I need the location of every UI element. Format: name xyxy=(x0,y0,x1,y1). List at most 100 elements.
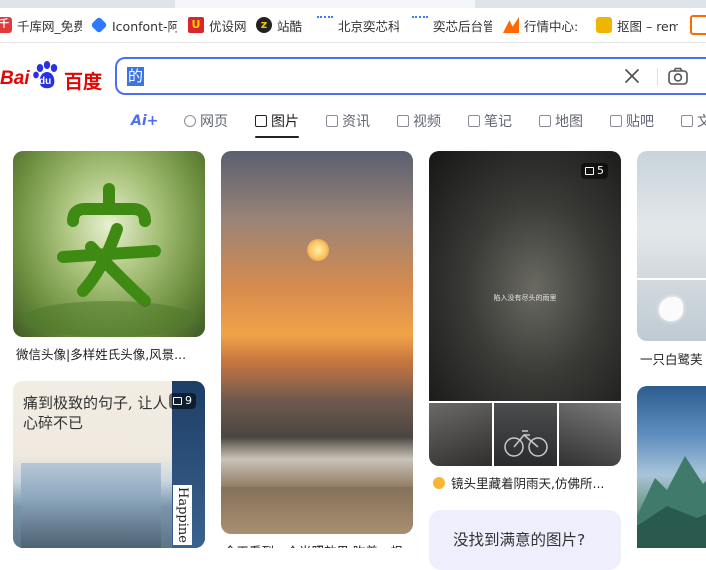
video-icon xyxy=(397,115,409,127)
egret-divider xyxy=(637,278,706,280)
badge-count: 5 xyxy=(597,164,604,177)
bookmark-youshe[interactable]: U 优设网 xyxy=(188,8,252,42)
result-image-egret[interactable] xyxy=(637,151,706,341)
bookmark-koutu[interactable]: 抠图 – rem xyxy=(596,8,678,42)
overlay-text: 陷入没有尽头的雨里 xyxy=(493,294,557,302)
tab-docs[interactable]: 文 xyxy=(681,110,706,132)
tab-notes[interactable]: 笔记 xyxy=(468,110,512,132)
tab-label: 资讯 xyxy=(342,114,370,130)
logo-du: du xyxy=(39,76,52,87)
result-image-rain[interactable]: 陷入没有尽头的雨里 5 xyxy=(429,151,621,401)
search-box[interactable]: 的 xyxy=(115,57,706,95)
bookmark-zcool[interactable]: z 站酷 xyxy=(256,8,310,42)
doc-icon xyxy=(681,115,693,127)
not-found-card[interactable]: 没找到满意的图片? xyxy=(429,510,621,570)
youshe-icon: U xyxy=(188,17,204,33)
tab-tieba[interactable]: 贴吧 xyxy=(610,110,654,132)
vertical-text: Happine xyxy=(173,485,192,545)
ai-tab[interactable]: Ai+ xyxy=(131,110,158,132)
iconfont-icon xyxy=(91,16,108,34)
zcool-icon: z xyxy=(256,17,272,33)
active-tab-underline xyxy=(255,136,299,138)
tab-map[interactable]: 地图 xyxy=(539,110,583,132)
tab-news[interactable]: 资讯 xyxy=(326,110,370,132)
note-icon xyxy=(468,115,480,127)
bookmark-label: 优设网 xyxy=(209,18,247,34)
bookmark-yixin-tech[interactable]: 北京奕芯科 xyxy=(317,8,399,42)
search-nav: Ai+ 网页 图片 资讯 视频 笔记 地图 贴吧 文 xyxy=(0,100,706,142)
tieba-icon xyxy=(610,115,622,127)
egret-bird xyxy=(659,297,683,321)
lake-landscape xyxy=(21,463,161,548)
bookmark-yixin-admin[interactable]: 奕芯后台管 xyxy=(412,8,492,42)
quote-text: 痛到极致的句子, 让人心碎不已 xyxy=(23,394,168,432)
result-caption: 镜头里藏着阴雨天,仿佛所... xyxy=(451,476,605,491)
logo-chinese: 百度 xyxy=(64,71,103,93)
mountain-art xyxy=(637,456,706,548)
bookmark-label: 北京奕芯科 xyxy=(338,18,399,34)
multi-image-badge: 5 xyxy=(581,163,608,179)
result-image-an[interactable] xyxy=(13,151,205,337)
market-icon xyxy=(503,17,519,33)
result-image-mountain[interactable] xyxy=(637,386,706,548)
search-divider xyxy=(657,68,658,86)
bicycle-icon xyxy=(504,430,548,457)
tab-label: 贴吧 xyxy=(626,114,654,130)
image-icon xyxy=(255,115,267,127)
bookmark-label: 抠图 – rem xyxy=(617,18,678,34)
news-icon xyxy=(326,115,338,127)
tab-label: 地图 xyxy=(555,114,583,130)
rain-thumb-1[interactable] xyxy=(429,403,492,466)
tab-label: 网页 xyxy=(200,114,228,130)
gallery-icon xyxy=(173,397,182,405)
wave-foam xyxy=(221,437,413,487)
rain-thumb-bicycle[interactable] xyxy=(494,403,557,466)
tab-label: 图片 xyxy=(271,114,299,130)
gallery-icon xyxy=(585,167,594,175)
search-input[interactable]: 的 xyxy=(127,67,145,86)
tab-web[interactable]: 网页 xyxy=(184,110,228,132)
result-caption[interactable]: 今天看到一个光照效果,吹着一根 xyxy=(224,541,414,548)
active-tab[interactable] xyxy=(175,0,475,8)
logo-bai: Bai xyxy=(0,68,30,89)
clear-icon[interactable] xyxy=(623,67,641,85)
tab-images[interactable]: 图片 xyxy=(255,110,299,132)
result-image-quote[interactable]: 痛到极致的句子, 让人心碎不已 Happine 9 xyxy=(13,381,205,548)
browser-tab-strip xyxy=(0,0,706,8)
result-caption[interactable]: 微信头像|多样姓氏头像,风景... xyxy=(16,344,206,363)
bookmark-overflow[interactable] xyxy=(690,8,706,42)
rain-thumb-3[interactable] xyxy=(559,403,621,466)
sun xyxy=(307,239,329,261)
bookmark-label: Iconfont-阿 xyxy=(112,18,177,34)
bookmark-qianku[interactable]: 千 千库网_免费 xyxy=(0,8,82,42)
tab-label: 文 xyxy=(697,114,706,130)
bookmark-label: 站酷 xyxy=(277,18,303,34)
result-caption[interactable]: 一只白鹭芙 xyxy=(640,349,706,368)
an-character-art xyxy=(21,183,197,337)
camera-icon[interactable] xyxy=(667,66,689,88)
search-icon xyxy=(184,115,196,127)
badge-count: 9 xyxy=(185,394,192,407)
dots-icon xyxy=(412,16,428,34)
bookmark-label: 行情中心: xyxy=(524,18,579,34)
bookmark-iconfont[interactable]: Iconfont-阿 xyxy=(91,8,177,42)
bookmark-label: 千库网_免费 xyxy=(17,18,82,34)
qianku-icon: 千 xyxy=(0,17,12,33)
multi-image-badge: 9 xyxy=(169,393,196,409)
ai-label: Ai+ xyxy=(131,113,159,129)
baidu-logo[interactable]: Bai du 百度 xyxy=(0,58,108,98)
bookmarks-bar: 千 千库网_免费 Iconfont-阿 U 优设网 z 站酷 北京奕芯科 奕芯后… xyxy=(0,8,706,43)
bookmark-label: 奕芯后台管 xyxy=(433,18,492,34)
result-caption-row[interactable]: 镜头里藏着阴雨天,仿佛所... xyxy=(433,473,623,492)
tab-video[interactable]: 视频 xyxy=(397,110,441,132)
emoji-icon xyxy=(433,476,445,489)
dots-icon xyxy=(317,16,333,34)
tab-label: 笔记 xyxy=(484,114,512,130)
not-found-text: 没找到满意的图片? xyxy=(453,531,586,549)
bookmark-market[interactable]: 行情中心: xyxy=(503,8,583,42)
tab-label: 视频 xyxy=(413,114,441,130)
result-image-sunset[interactable] xyxy=(221,151,413,534)
koutu-icon xyxy=(596,17,612,33)
overflow-icon xyxy=(690,15,706,35)
map-icon xyxy=(539,115,551,127)
